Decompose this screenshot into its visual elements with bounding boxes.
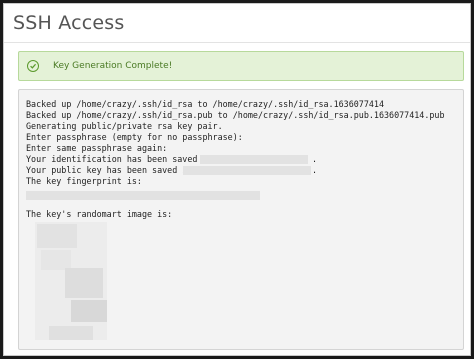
output-line-passphrase: Enter passphrase (empty for no passphras… <box>26 132 243 142</box>
output-line-public-key: Your public key has been saved in <box>26 165 193 175</box>
randomart-block <box>49 326 93 340</box>
success-alert: Key Generation Complete! <box>18 51 464 81</box>
output-line-identification: Your identification has been saved in <box>26 154 213 164</box>
output-line-backup-pub: Backed up /home/crazy/.ssh/id_rsa.pub to… <box>26 110 445 120</box>
output-line-fingerprint: The key fingerprint is: <box>26 176 142 186</box>
title-divider <box>4 42 470 43</box>
redacted-identification-path <box>200 155 308 164</box>
output-line-randomart: The key's randomart image is: <box>26 209 173 219</box>
randomart-block <box>37 224 77 248</box>
alert-message: Key Generation Complete! <box>53 61 173 71</box>
public-key-suffix: . <box>312 165 318 175</box>
randomart-block <box>65 268 103 298</box>
identification-suffix: . <box>312 154 318 164</box>
page-title: SSH Access <box>13 12 125 34</box>
redacted-public-key-path <box>183 166 311 175</box>
output-line-passphrase-again: Enter same passphrase again: <box>26 143 168 153</box>
redacted-fingerprint <box>26 191 260 200</box>
randomart-block <box>41 250 71 270</box>
command-output: Backed up /home/crazy/.ssh/id_rsa to /ho… <box>18 89 464 350</box>
output-line-generating: Generating public/private rsa key pair. <box>26 121 223 131</box>
check-circle-icon <box>27 60 39 72</box>
randomart-block <box>71 300 107 322</box>
ssh-access-panel: SSH Access Key Generation Complete! Back… <box>3 3 471 356</box>
output-line-backup-key: Backed up /home/crazy/.ssh/id_rsa to /ho… <box>26 99 384 109</box>
